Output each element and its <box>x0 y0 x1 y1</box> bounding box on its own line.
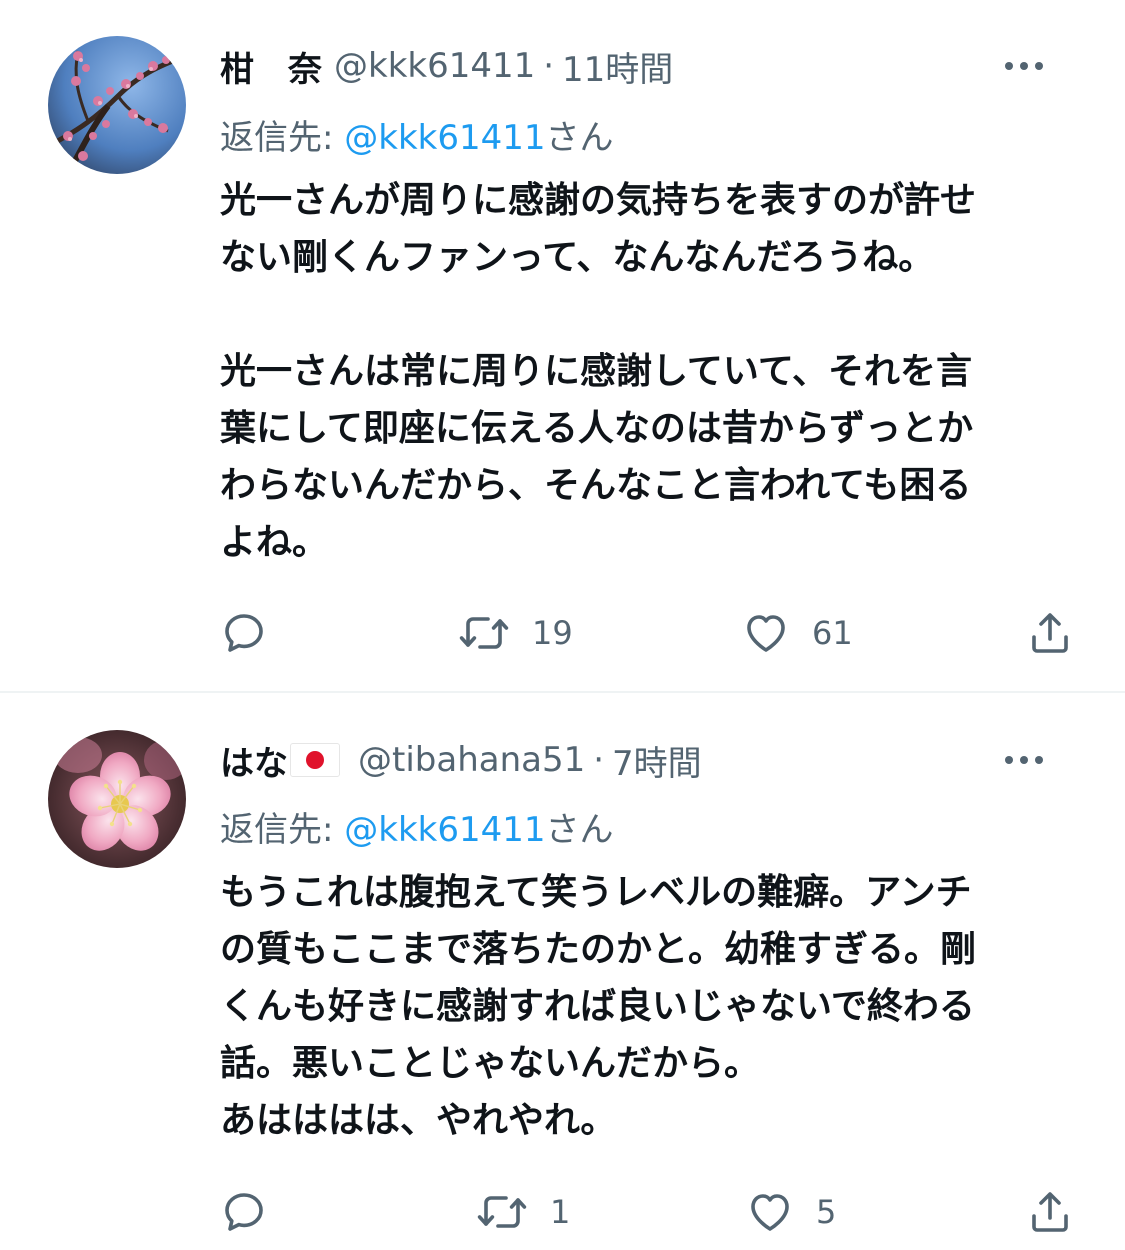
reply-icon <box>225 614 263 652</box>
share-icon <box>1032 613 1068 653</box>
tweet[interactable]: 柑 奈 @kkk61411 · 11時間 返信先: @kkk61411さん 光一… <box>0 0 1125 692</box>
text-line: ない剛くんファンって、なんなんだろうね。 <box>220 237 935 278</box>
retweet-count: 19 <box>532 614 573 652</box>
share-button[interactable] <box>1026 1182 1074 1242</box>
retweet-button[interactable]: 19 <box>458 603 573 663</box>
timestamp[interactable]: 7時間 <box>612 736 702 785</box>
replying-to: 返信先: @kkk61411さん <box>220 110 614 159</box>
tweet-text: 光一さんが周りに感謝の気持ちを表すのが許せ ない剛くんファンって、なんなんだろう… <box>220 172 1060 571</box>
reply-button[interactable] <box>220 603 268 663</box>
reply-button[interactable] <box>220 1182 268 1242</box>
like-count: 61 <box>812 614 853 652</box>
text-line: 光一さんが周りに感謝の気持ちを表すのが許せ <box>220 180 977 221</box>
pink-plum-flower-avatar <box>48 730 186 868</box>
share-icon <box>1032 1192 1068 1232</box>
text-line: の質もここまで落ちたのかと。幼稚すぎる。剛 <box>220 929 977 970</box>
avatar[interactable] <box>48 730 186 868</box>
reply-suffix: さん <box>545 810 614 850</box>
reply-suffix: さん <box>545 118 614 158</box>
timestamp[interactable]: 11時間 <box>562 42 673 91</box>
display-name[interactable]: はな <box>220 736 288 785</box>
plum-blossom-branch-avatar <box>48 36 186 174</box>
user-handle[interactable]: @tibahana51 <box>358 740 585 780</box>
reply-mention-link[interactable]: @kkk61411 <box>344 810 545 850</box>
reply-icon <box>225 1193 263 1231</box>
action-bar: 1 5 <box>220 1182 1125 1242</box>
retweet-button[interactable]: 1 <box>476 1182 570 1242</box>
user-handle[interactable]: @kkk61411 <box>334 46 535 86</box>
avatar[interactable] <box>48 36 186 174</box>
heart-icon <box>747 615 785 652</box>
text-line: 光一さんは常に周りに感謝していて、それを言 <box>220 351 973 392</box>
replying-to: 返信先: @kkk61411さん <box>220 802 614 851</box>
text-line: くんも好きに感謝すれば良いじゃないで終わる <box>220 986 975 1027</box>
reply-prefix: 返信先: <box>220 810 345 850</box>
more-options-icon[interactable] <box>1001 50 1047 82</box>
japan-flag-icon <box>290 743 340 777</box>
more-options-icon[interactable] <box>1001 744 1047 776</box>
text-line: よね。 <box>220 522 329 563</box>
text-line: 話。悪いことじゃないんだから。 <box>220 1043 761 1084</box>
reply-prefix: 返信先: <box>220 118 345 158</box>
tweet-header: はな @tibahana51 · 7時間 <box>220 732 1085 788</box>
like-button[interactable]: 5 <box>746 1182 836 1242</box>
text-line: 葉にして即座に伝える人なのは昔からずっとか <box>220 408 974 449</box>
share-button[interactable] <box>1026 603 1074 663</box>
text-line: あはははは、やれやれ。 <box>220 1100 617 1141</box>
retweet-icon <box>459 617 509 649</box>
separator-dot: · <box>543 46 555 86</box>
retweet-count: 1 <box>550 1193 571 1231</box>
like-button[interactable]: 61 <box>742 603 853 663</box>
retweet-icon <box>477 1196 527 1228</box>
tweet-header: 柑 奈 @kkk61411 · 11時間 <box>220 38 1085 94</box>
separator-dot: · <box>593 740 605 780</box>
tweet-divider <box>0 691 1125 693</box>
tweet-text: もうこれは腹抱えて笑うレベルの難癖。アンチ の質もここまで落ちたのかと。幼稚すぎ… <box>220 864 1060 1149</box>
like-count: 5 <box>816 1193 837 1231</box>
action-bar: 19 61 <box>220 603 1125 663</box>
text-line: わらないんだから、そんなこと言われても困る <box>220 465 972 506</box>
heart-icon <box>751 1194 789 1231</box>
text-line: もうこれは腹抱えて笑うレベルの難癖。アンチ <box>220 872 972 913</box>
reply-mention-link[interactable]: @kkk61411 <box>344 118 545 158</box>
display-name[interactable]: 柑 奈 <box>220 42 322 91</box>
tweet[interactable]: はな @tibahana51 · 7時間 返信先: @kkk61411さん もう… <box>0 694 1125 1250</box>
